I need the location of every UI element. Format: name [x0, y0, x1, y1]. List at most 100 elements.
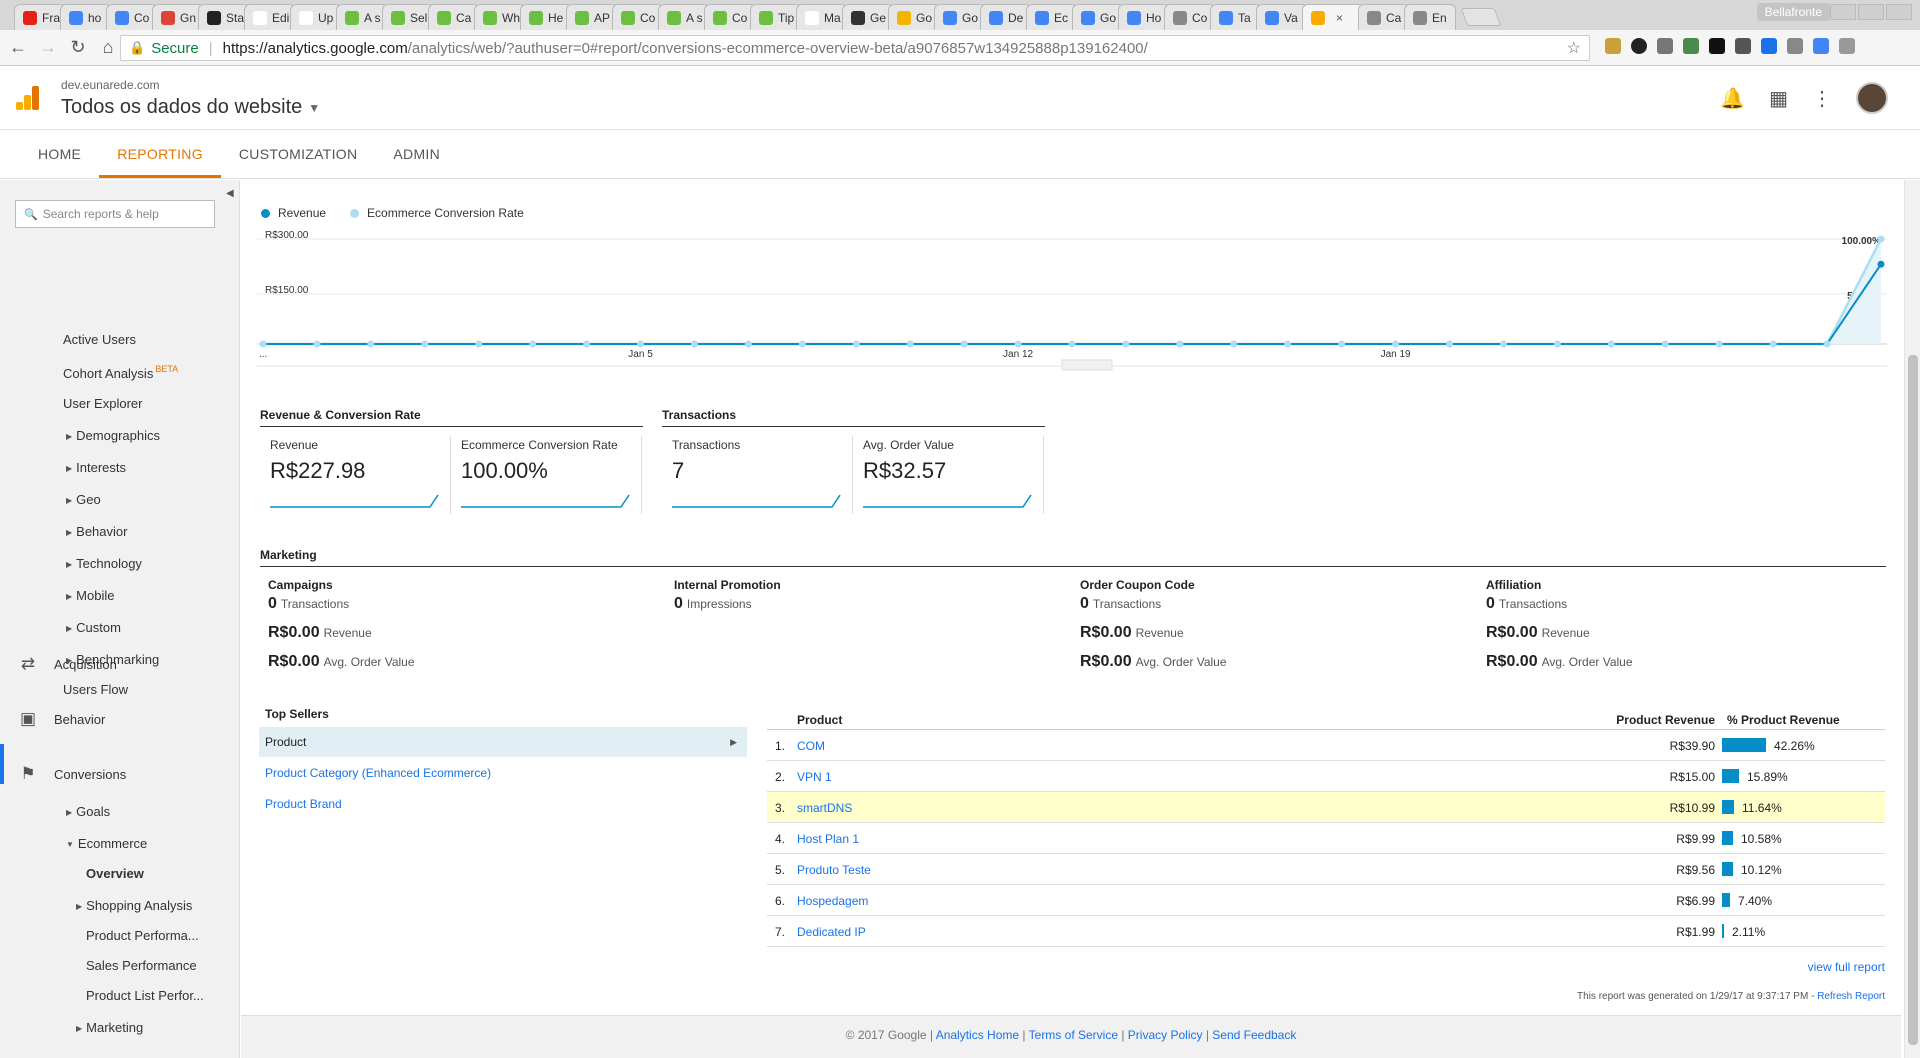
browser-tab[interactable]: Wh [474, 4, 526, 30]
analytics-logo-icon[interactable] [16, 86, 40, 110]
avatar[interactable] [1856, 82, 1888, 114]
mail-icon[interactable] [1735, 38, 1751, 54]
sidebar-item-overview[interactable]: Overview [86, 866, 144, 881]
sidebar-item-cohort-analysis[interactable]: Cohort Analysis BETA [63, 364, 178, 381]
sidebar-item-behavior[interactable]: ▶ Behavior [66, 524, 127, 539]
browser-tab[interactable]: Ge [842, 4, 894, 30]
browser-tab[interactable]: Go [934, 4, 986, 30]
sidebar-item-technology[interactable]: ▶ Technology [66, 556, 142, 571]
browser-tab[interactable]: AP [566, 4, 618, 30]
w-extension-icon[interactable] [1709, 38, 1725, 54]
bookmark-star-icon[interactable]: ☆ [1567, 38, 1581, 58]
legend-conversion-rate[interactable]: Ecommerce Conversion Rate [350, 206, 524, 220]
sidebar-item-ecommerce[interactable]: ▼ Ecommerce [66, 836, 147, 851]
sidebar-item-mobile[interactable]: ▶ Mobile [66, 588, 114, 603]
tab-customization[interactable]: CUSTOMIZATION [221, 131, 376, 178]
sidebar-item-product-performance[interactable]: Product Performa... [86, 928, 199, 943]
product-link[interactable]: Produto Teste [797, 863, 871, 877]
browser-tab[interactable]: Fra [14, 4, 66, 30]
tab-home[interactable]: HOME [20, 131, 99, 178]
browser-tab[interactable]: Edi [244, 4, 296, 30]
footer-link-privacy[interactable]: Privacy Policy [1128, 1028, 1203, 1042]
browser-tab[interactable]: He [520, 4, 572, 30]
browser-tab[interactable]: Ma [796, 4, 848, 30]
cast-icon[interactable] [1813, 38, 1829, 54]
back-icon[interactable]: ← [6, 37, 30, 58]
minimize-button[interactable] [1830, 4, 1856, 20]
metric-transactions[interactable]: Transactions 7 [672, 438, 841, 508]
browser-tab[interactable]: Va [1256, 4, 1308, 30]
browser-tab[interactable]: Sta [198, 4, 250, 30]
footer-link-feedback[interactable]: Send Feedback [1212, 1028, 1296, 1042]
browser-tab[interactable]: De [980, 4, 1032, 30]
browser-tab[interactable]: Up [290, 4, 342, 30]
footer-link-analytics-home[interactable]: Analytics Home [936, 1028, 1019, 1042]
table-row[interactable]: 5. Produto Teste R$9.56 10.12% [767, 854, 1885, 885]
browser-tab[interactable]: Go [1072, 4, 1124, 30]
col-product-revenue[interactable]: Product Revenue [1616, 713, 1715, 727]
search-input[interactable]: 🔍 Search reports & help [15, 200, 215, 228]
tab-reporting[interactable]: REPORTING [99, 131, 221, 178]
browser-tab[interactable]: Co [704, 4, 756, 30]
table-row[interactable]: 6. Hospedagem R$6.99 7.40% [767, 885, 1885, 916]
address-bar[interactable]: 🔒 Secure | https://analytics.google.com /… [120, 35, 1590, 61]
tag-icon[interactable] [1787, 38, 1803, 54]
view-full-report-link[interactable]: view full report [1808, 960, 1885, 974]
apps-grid-icon[interactable]: ▦ [1769, 86, 1788, 111]
close-window-button[interactable] [1886, 4, 1912, 20]
metric-revenue[interactable]: Revenue R$227.98 [270, 438, 439, 508]
sidebar-item-marketing[interactable]: ▶ Marketing [76, 1020, 143, 1035]
tab-admin[interactable]: ADMIN [375, 131, 458, 178]
sidebar-item-user-explorer[interactable]: User Explorer [63, 396, 142, 411]
sidebar-item-goals[interactable]: ▶ Goals [66, 804, 110, 819]
reload-icon[interactable]: ↻ [66, 37, 90, 58]
forward-icon[interactable]: → [36, 37, 60, 58]
top-seller-product-brand[interactable]: Product Brand [259, 789, 747, 819]
product-link[interactable]: Dedicated IP [797, 925, 866, 939]
main-scrollbar[interactable] [1904, 180, 1920, 1058]
metric-avg-order-value[interactable]: Avg. Order Value R$32.57 [863, 438, 1032, 508]
top-seller-product[interactable]: Product ▶ [259, 727, 747, 757]
browser-tab[interactable]: Sel [382, 4, 434, 30]
refresh-report-link[interactable]: Refresh Report [1817, 991, 1885, 1002]
browser-tab[interactable]: × [1302, 4, 1364, 30]
menu-dots-icon[interactable] [1839, 38, 1855, 54]
table-row[interactable]: 3. smartDNS R$10.99 11.64% [767, 792, 1885, 823]
browser-tab[interactable]: Co [1164, 4, 1216, 30]
sidebar-item-demographics[interactable]: ▶ Demographics [66, 428, 160, 443]
legend-revenue[interactable]: Revenue [261, 206, 326, 220]
top-seller-product-category[interactable]: Product Category (Enhanced Ecommerce) [259, 758, 747, 788]
metric-conversion-rate[interactable]: Ecommerce Conversion Rate 100.00% [461, 438, 630, 508]
screen-capture-icon[interactable] [1683, 38, 1699, 54]
extension-circle-icon[interactable] [1631, 38, 1647, 54]
sidebar-item-shopping-analysis[interactable]: ▶ Shopping Analysis [76, 898, 192, 913]
col-pct-revenue[interactable]: % Product Revenue [1727, 713, 1840, 727]
eyedropper-icon[interactable] [1657, 38, 1673, 54]
scrollbar-thumb[interactable] [1908, 355, 1918, 1045]
profile-button[interactable]: Bellafronte [1756, 3, 1830, 21]
sidebar-item-active-users[interactable]: Active Users [63, 332, 136, 347]
sidebar-item-interests[interactable]: ▶ Interests [66, 460, 126, 475]
browser-tab[interactable]: Ca [428, 4, 480, 30]
v-extension-icon[interactable] [1761, 38, 1777, 54]
sidebar-section-behavior[interactable]: ▣ Behavior [18, 709, 105, 729]
browser-tab[interactable]: Ta [1210, 4, 1262, 30]
browser-tab[interactable]: Ca [1358, 4, 1410, 30]
col-product[interactable]: Product [797, 713, 842, 727]
browser-tab[interactable]: A s [658, 4, 710, 30]
product-link[interactable]: COM [797, 739, 825, 753]
sidebar-item-geo[interactable]: ▶ Geo [66, 492, 101, 507]
browser-tab[interactable]: Go [888, 4, 940, 30]
browser-tab[interactable]: En [1404, 4, 1456, 30]
sidebar-item-users-flow[interactable]: Users Flow [63, 682, 128, 697]
table-row[interactable]: 4. Host Plan 1 R$9.99 10.58% [767, 823, 1885, 854]
home-icon[interactable]: ⌂ [96, 37, 120, 58]
lastpass-icon[interactable] [1605, 38, 1621, 54]
sidebar-section-acquisition[interactable]: ⇄ Acquisition [18, 654, 117, 674]
sidebar-section-conversions[interactable]: ⚑ Conversions [18, 764, 126, 784]
browser-tab[interactable]: Co [612, 4, 664, 30]
sidebar-item-product-list[interactable]: Product List Perfor... [86, 988, 204, 1003]
maximize-button[interactable] [1858, 4, 1884, 20]
new-tab-button[interactable] [1460, 8, 1502, 26]
view-selector[interactable]: Todos os dados do website ▼ [61, 96, 320, 119]
